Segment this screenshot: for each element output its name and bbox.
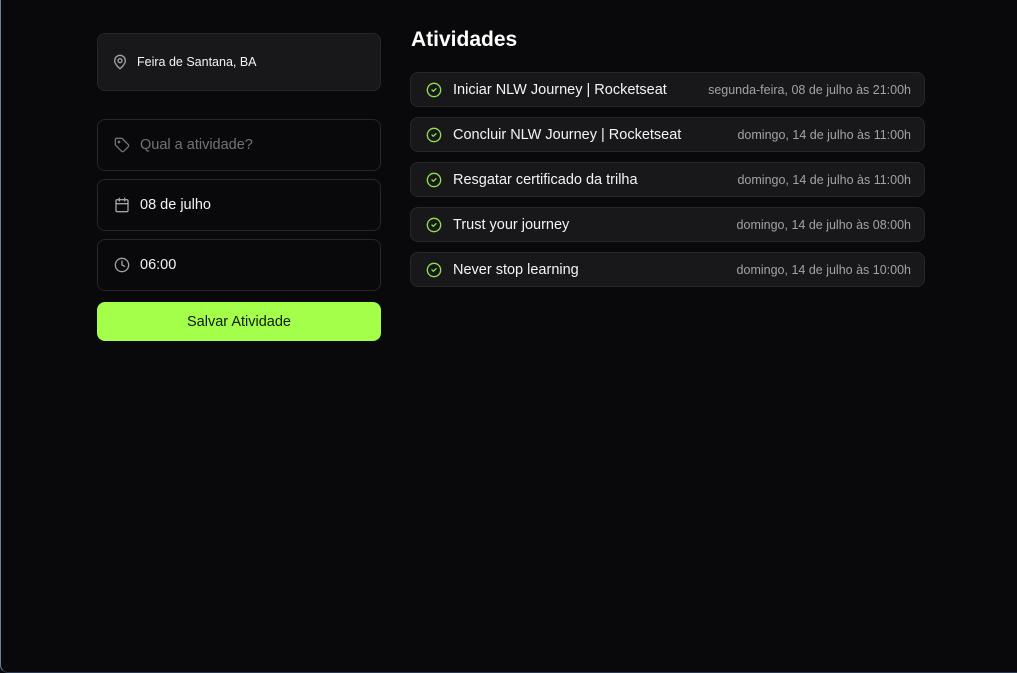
activity-name: Never stop learning	[453, 261, 579, 278]
calendar-icon	[114, 197, 130, 213]
circle-check-icon	[426, 217, 442, 233]
activity-name: Concluir NLW Journey | Rocketseat	[453, 126, 682, 143]
activity-field[interactable]	[97, 119, 381, 171]
activity-list: Iniciar NLW Journey | Rocketseat segunda…	[410, 72, 925, 287]
activity-name: Iniciar NLW Journey | Rocketseat	[453, 81, 667, 98]
activity-datetime: domingo, 14 de julho às 11:00h	[737, 172, 911, 187]
activity-datetime: domingo, 14 de julho às 11:00h	[737, 127, 911, 142]
map-pin-icon	[112, 54, 128, 70]
activity-item[interactable]: Concluir NLW Journey | Rocketseat doming…	[410, 117, 925, 152]
activity-item[interactable]: Resgatar certificado da trilha domingo, …	[410, 162, 925, 197]
time-value: 06:00	[140, 257, 177, 273]
activity-datetime: domingo, 14 de julho às 10:00h	[736, 262, 911, 277]
activity-item[interactable]: Never stop learning domingo, 14 de julho…	[410, 252, 925, 287]
circle-check-icon	[426, 127, 442, 143]
page-title: Atividades	[411, 28, 518, 51]
date-field[interactable]: 08 de julho	[97, 179, 381, 231]
activity-name: Resgatar certificado da trilha	[453, 171, 638, 188]
location-card: Feira de Santana, BA	[97, 33, 381, 91]
circle-check-icon	[426, 172, 442, 188]
date-value: 08 de julho	[140, 197, 211, 213]
save-activity-button[interactable]: Salvar Atividade	[97, 302, 381, 341]
activity-name: Trust your journey	[453, 216, 570, 233]
activity-item[interactable]: Trust your journey domingo, 14 de julho …	[410, 207, 925, 242]
activity-input[interactable]	[140, 137, 360, 153]
location-text: Feira de Santana, BA	[137, 55, 257, 69]
activity-item[interactable]: Iniciar NLW Journey | Rocketseat segunda…	[410, 72, 925, 107]
tag-icon	[114, 137, 130, 153]
activity-datetime: segunda-feira, 08 de julho às 21:00h	[708, 82, 911, 97]
time-field[interactable]: 06:00	[97, 239, 381, 291]
app-window: Feira de Santana, BA 08 de julho	[0, 0, 1017, 673]
circle-check-icon	[426, 82, 442, 98]
circle-check-icon	[426, 262, 442, 278]
activity-datetime: domingo, 14 de julho às 08:00h	[736, 217, 911, 232]
clock-icon	[114, 257, 130, 273]
